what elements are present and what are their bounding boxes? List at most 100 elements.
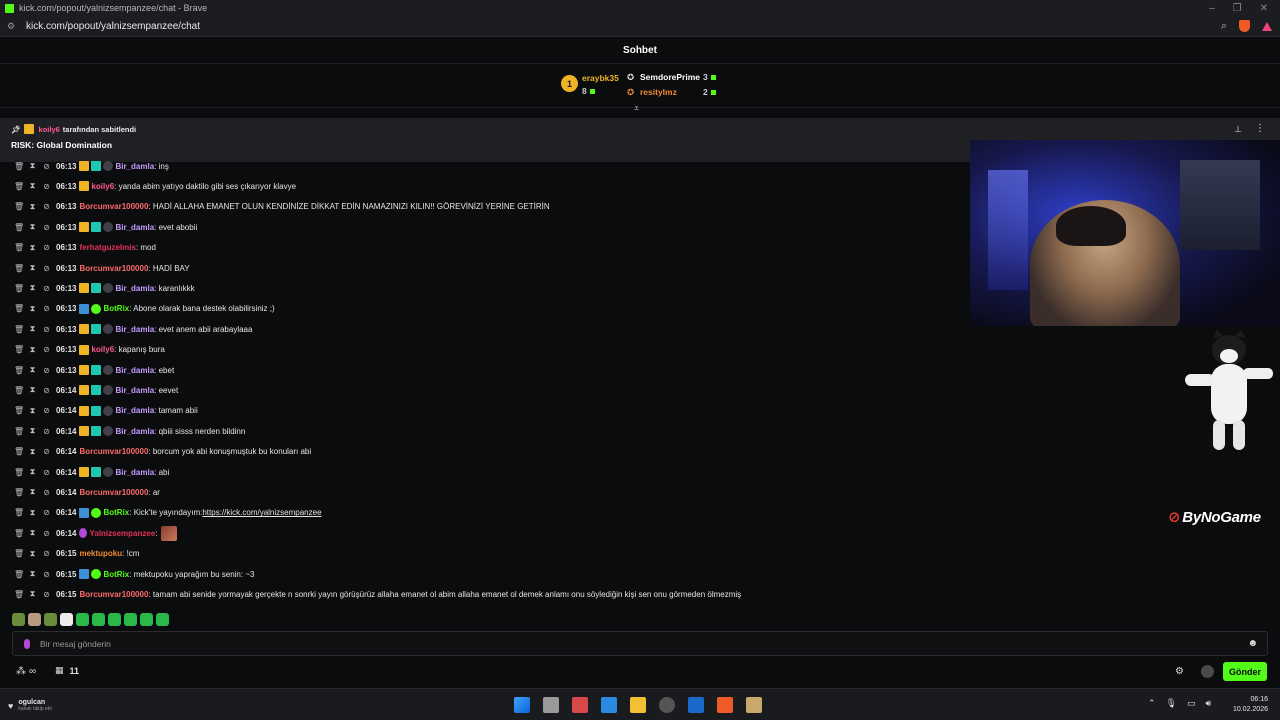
site-settings-icon[interactable]: ⚙ bbox=[7, 21, 19, 32]
clock[interactable]: 06:16 10.02.2026 bbox=[1233, 695, 1268, 715]
address-bar[interactable]: ⚙ kick.com/popout/yalnizsempanzee/chat ⌕ bbox=[0, 16, 1280, 37]
unpin-icon[interactable]: ⊥ bbox=[1234, 124, 1242, 135]
vip-badge-icon[interactable] bbox=[103, 385, 114, 396]
crown-badge-icon[interactable] bbox=[79, 161, 90, 171]
message-username[interactable]: Borcumvar100000 bbox=[79, 202, 148, 211]
delete-icon[interactable]: 🗑︎ bbox=[14, 468, 24, 477]
brave-icon[interactable] bbox=[717, 697, 733, 713]
maximize-icon[interactable]: ❐ bbox=[1233, 3, 1242, 14]
ban-icon[interactable]: ⊘ bbox=[42, 264, 51, 273]
timeout-icon[interactable]: ⧗ bbox=[28, 406, 37, 416]
ban-icon[interactable]: ⊘ bbox=[42, 182, 51, 191]
ban-icon[interactable]: ⊘ bbox=[42, 223, 51, 232]
ban-icon[interactable]: ⊘ bbox=[42, 529, 51, 538]
sub-badge-icon[interactable] bbox=[91, 222, 102, 233]
ban-icon[interactable]: ⊘ bbox=[42, 345, 51, 354]
emote-icon[interactable] bbox=[92, 612, 105, 626]
ban-icon[interactable]: ⊘ bbox=[42, 202, 51, 211]
bot-badge-icon[interactable] bbox=[79, 303, 90, 314]
crown-badge-icon[interactable] bbox=[79, 467, 90, 477]
ban-icon[interactable]: ⊘ bbox=[42, 386, 51, 395]
ban-icon[interactable]: ⊘ bbox=[42, 447, 51, 456]
delete-icon[interactable]: 🗑︎ bbox=[14, 304, 24, 313]
timeout-icon[interactable]: ⧗ bbox=[28, 508, 37, 518]
vip-badge-icon[interactable] bbox=[103, 222, 114, 233]
ban-icon[interactable]: ⊘ bbox=[42, 243, 51, 252]
ban-icon[interactable]: ⊘ bbox=[42, 549, 51, 558]
url-text[interactable]: kick.com/popout/yalnizsempanzee/chat bbox=[26, 21, 200, 32]
delete-icon[interactable]: 🗑︎ bbox=[14, 447, 24, 456]
ban-icon[interactable]: ⊘ bbox=[42, 468, 51, 477]
sub-badge-icon[interactable] bbox=[91, 324, 102, 335]
crown-badge-icon[interactable] bbox=[79, 344, 90, 355]
message-username[interactable]: Bir_damla bbox=[115, 406, 154, 415]
message-username[interactable]: BotRix bbox=[103, 508, 129, 517]
timeout-icon[interactable]: ⧗ bbox=[28, 243, 37, 253]
sub-badge-icon[interactable] bbox=[91, 426, 102, 437]
file-explorer-icon[interactable] bbox=[630, 697, 646, 713]
delete-icon[interactable]: 🗑︎ bbox=[14, 162, 24, 171]
timeout-icon[interactable]: ⧗ bbox=[28, 283, 37, 293]
sub-badge-icon[interactable] bbox=[91, 283, 102, 294]
monitor-icon[interactable]: ▭ bbox=[1187, 698, 1196, 709]
message-username[interactable]: Borcumvar100000 bbox=[79, 488, 148, 497]
pinned-by-user[interactable]: koily6 bbox=[39, 125, 60, 134]
mic-tray-icon[interactable]: 🎙︎ bbox=[1166, 698, 1177, 709]
vip-badge-icon[interactable] bbox=[103, 161, 114, 171]
ban-icon[interactable]: ⊘ bbox=[42, 162, 51, 171]
message-link[interactable]: https://kick.com/yalnizsempanzee bbox=[202, 508, 321, 517]
emote-icon[interactable] bbox=[140, 612, 153, 626]
timeout-icon[interactable]: ⧗ bbox=[28, 345, 37, 355]
chat-message[interactable]: 🗑︎ ⧗ ⊘ 06:15 BotRix: mektupoku yaprağım bu s… bbox=[14, 566, 254, 582]
delete-icon[interactable]: 🗑︎ bbox=[14, 243, 24, 252]
emote-icon[interactable] bbox=[124, 612, 137, 626]
crown-badge-icon[interactable] bbox=[79, 405, 90, 416]
message-username[interactable]: Borcumvar100000 bbox=[79, 447, 148, 456]
chat-message[interactable]: 🗑︎ ⧗ ⊘ 06:14 Borcumvar100000: borcum yok abi… bbox=[14, 444, 311, 460]
ban-icon[interactable]: ⊘ bbox=[42, 284, 51, 293]
leader-2-name[interactable]: SemdorePrime bbox=[640, 72, 700, 82]
timeout-icon[interactable]: ⧗ bbox=[28, 304, 37, 314]
timeout-icon[interactable]: ⧗ bbox=[28, 161, 37, 171]
delete-icon[interactable]: 🗑︎ bbox=[14, 223, 24, 232]
vip-badge-icon[interactable] bbox=[103, 283, 114, 294]
gift-subs[interactable]: ▦ 11 bbox=[55, 665, 79, 676]
chat-message[interactable]: 🗑︎ ⧗ ⊘ 06:13 koily6: kapanış bura bbox=[14, 342, 165, 358]
emote-menu-icon[interactable] bbox=[1201, 665, 1214, 678]
emote-icon[interactable] bbox=[60, 612, 73, 626]
delete-icon[interactable]: 🗑︎ bbox=[14, 406, 24, 415]
app-icon[interactable] bbox=[572, 697, 588, 713]
chat-message[interactable]: 🗑︎ ⧗ ⊘ 06:13 Borcumvar100000: HADİ ALLAHA EM… bbox=[14, 199, 550, 215]
timeout-icon[interactable]: ⧗ bbox=[28, 569, 37, 579]
chat-message[interactable]: 🗑︎ ⧗ ⊘ 06:13 koily6: yanda abim yatıyo dakti… bbox=[14, 178, 296, 194]
message-username[interactable]: BotRix bbox=[103, 304, 129, 313]
crown-badge-icon[interactable] bbox=[79, 385, 90, 396]
start-icon[interactable] bbox=[514, 697, 530, 713]
delete-icon[interactable]: 🗑︎ bbox=[14, 508, 24, 517]
timeout-icon[interactable]: ⧗ bbox=[28, 324, 37, 334]
delete-icon[interactable]: 🗑︎ bbox=[14, 590, 24, 599]
ver-badge-icon[interactable] bbox=[91, 507, 102, 518]
leader-1-name[interactable]: eraybk35 bbox=[582, 73, 619, 83]
close-icon[interactable]: ✕ bbox=[1260, 3, 1268, 14]
crown-badge-icon[interactable] bbox=[79, 283, 90, 294]
chat-message[interactable]: 🗑︎ ⧗ ⊘ 06:14 Bir_damla: abi bbox=[14, 464, 169, 480]
ban-icon[interactable]: ⊘ bbox=[42, 427, 51, 436]
delete-icon[interactable]: 🗑︎ bbox=[14, 386, 24, 395]
steam-icon[interactable] bbox=[688, 697, 704, 713]
minimize-icon[interactable]: – bbox=[1209, 3, 1215, 14]
brave-shield-icon[interactable] bbox=[1239, 20, 1250, 32]
brave-rewards-icon[interactable] bbox=[1262, 21, 1272, 31]
crown-badge-icon[interactable] bbox=[79, 181, 90, 192]
timeout-icon[interactable]: ⧗ bbox=[28, 263, 37, 273]
timeout-icon[interactable]: ⧗ bbox=[28, 385, 37, 395]
expand-leaderboard-icon[interactable]: ⩡ bbox=[634, 103, 639, 114]
bot-badge-icon[interactable] bbox=[79, 507, 90, 518]
emote-icon[interactable] bbox=[76, 612, 89, 626]
leader-3-name[interactable]: resitylmz bbox=[640, 87, 677, 97]
message-username[interactable]: Bir_damla bbox=[115, 427, 154, 436]
message-username[interactable]: Bir_damla bbox=[115, 162, 154, 171]
chat-message[interactable]: 🗑︎ ⧗ ⊘ 06:13 Bir_damla: ebet bbox=[14, 362, 174, 378]
message-username[interactable]: Yalnizsempanzee bbox=[89, 529, 155, 538]
crown-badge-icon[interactable] bbox=[79, 324, 90, 335]
